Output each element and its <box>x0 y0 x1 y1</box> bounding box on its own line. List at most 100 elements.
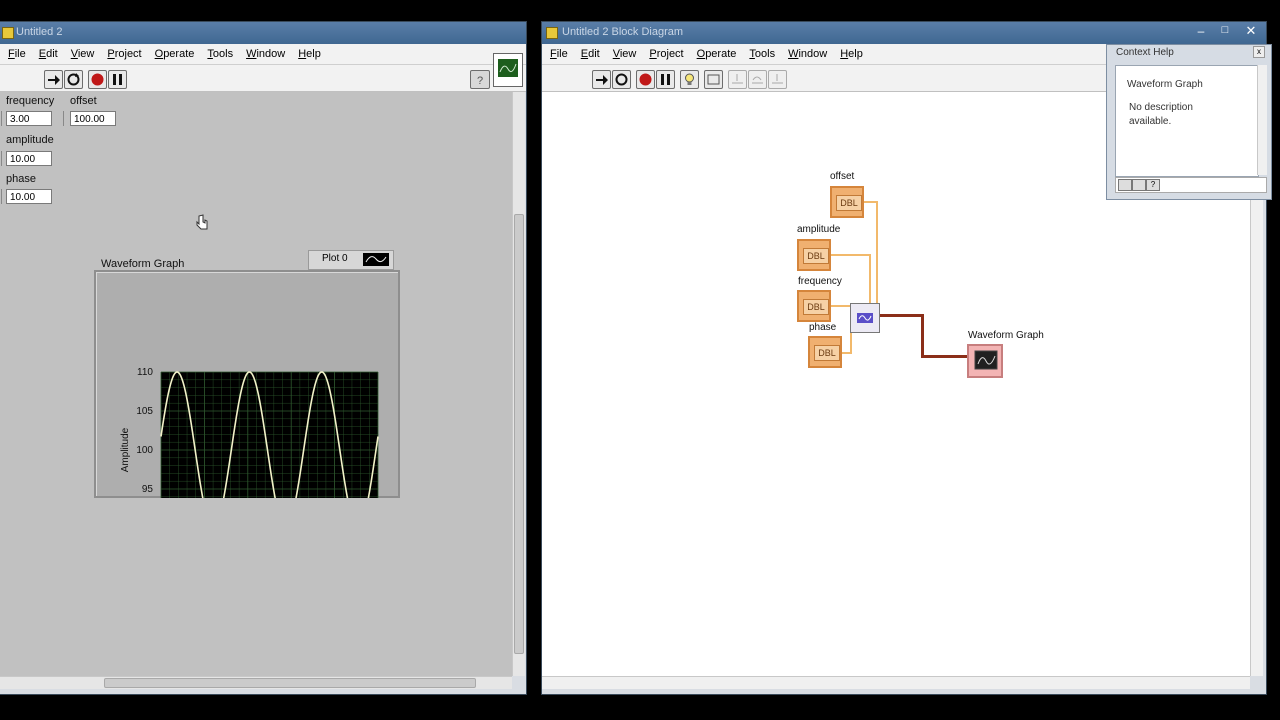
offset-terminal-label: offset <box>830 171 855 182</box>
horizontal-scrollbar[interactable] <box>0 676 512 689</box>
phase-terminal[interactable]: DBL <box>808 336 842 368</box>
run-continuously-button[interactable] <box>64 70 83 89</box>
amplitude-wire[interactable] <box>831 254 871 256</box>
bd-menu-edit[interactable]: Edit <box>581 48 600 60</box>
run-button[interactable] <box>44 70 63 89</box>
block-diagram-titlebar[interactable]: Untitled 2 Block Diagram – □ ✕ <box>542 22 1266 44</box>
retain-wire-values-button[interactable] <box>704 70 723 89</box>
amplitude-label: amplitude <box>6 134 54 146</box>
frequency-terminal[interactable]: DBL <box>797 290 831 322</box>
front-panel-titlebar[interactable]: Untitled 2 <box>0 22 526 44</box>
waveform-wire-vertical[interactable] <box>921 314 924 358</box>
fp-menu-project[interactable]: Project <box>107 48 141 60</box>
amplitude-terminal-label: amplitude <box>797 224 841 235</box>
step-into-icon <box>732 74 743 84</box>
step-over-button[interactable] <box>748 70 767 89</box>
vertical-scrollbar-thumb[interactable] <box>514 214 524 654</box>
waveform-graph-terminal[interactable] <box>967 344 1003 378</box>
bd-menu-help[interactable]: Help <box>840 48 863 60</box>
fp-menu-file[interactable]: File <box>8 48 26 60</box>
bd-menu-view[interactable]: View <box>613 48 637 60</box>
fp-menu-edit[interactable]: Edit <box>39 48 58 60</box>
pause-icon <box>113 74 122 85</box>
run-arrow-icon <box>48 75 60 85</box>
context-help-titlebar[interactable]: Context Help x <box>1107 45 1271 63</box>
bd-menu-operate[interactable]: Operate <box>697 48 737 60</box>
context-help-description: No description available. <box>1129 102 1193 127</box>
bd-run-continuously-button[interactable] <box>612 70 631 89</box>
step-into-button[interactable] <box>728 70 747 89</box>
bd-horizontal-scrollbar[interactable] <box>542 676 1250 689</box>
context-help-button[interactable]: ? <box>470 70 490 89</box>
vertical-scrollbar[interactable] <box>512 92 525 676</box>
offset-terminal[interactable]: DBL <box>830 186 864 218</box>
fp-menu-window[interactable]: Window <box>246 48 285 60</box>
waveform-wire[interactable] <box>878 314 924 317</box>
offset-increment[interactable] <box>63 111 69 126</box>
fp-menu-operate[interactable]: Operate <box>155 48 195 60</box>
waveform-graph-label: Waveform Graph <box>101 258 185 270</box>
phase-terminal-label: phase <box>809 322 837 333</box>
menu-bar: File Edit View Project Operate Tools Window Hel… <box>0 44 526 65</box>
fp-menu-view[interactable]: View <box>71 48 95 60</box>
toolbar: ? <box>0 53 526 92</box>
context-help-close-button[interactable]: x <box>1253 46 1265 58</box>
offset-label: offset <box>70 95 97 107</box>
frequency-label: frequency <box>6 95 55 107</box>
detailed-help-button[interactable]: ? <box>1146 179 1160 191</box>
pause-button[interactable] <box>108 70 127 89</box>
fp-menu-tools[interactable]: Tools <box>207 48 233 60</box>
frequency-wire[interactable] <box>831 305 851 307</box>
run-continuously-icon <box>67 73 80 86</box>
phase-terminal-type: DBL <box>814 345 840 361</box>
offset-input[interactable]: 100.00 <box>70 111 116 126</box>
window-title: Untitled 2 <box>16 26 63 38</box>
y-axis-label: Amplitude <box>120 427 131 472</box>
front-panel-canvas[interactable]: frequency 3.00 offset 100.00 amplitude 1… <box>0 92 512 676</box>
svg-text:?: ? <box>477 75 483 87</box>
amplitude-input[interactable]: 10.00 <box>6 151 52 166</box>
frequency-input[interactable]: 3.00 <box>6 111 52 126</box>
bd-menu-window[interactable]: Window <box>788 48 827 60</box>
hand-cursor-icon <box>196 214 208 230</box>
waveform-graph[interactable]: 110105100959000.20.40.60.81TimeAmplitude <box>94 270 400 498</box>
amplitude-terminal[interactable]: DBL <box>797 239 831 271</box>
fp-menu-help[interactable]: Help <box>298 48 321 60</box>
bd-abort-button[interactable] <box>636 70 655 89</box>
amplitude-terminal-type: DBL <box>803 248 829 264</box>
context-help-heading: Waveform Graph <box>1127 79 1203 90</box>
bd-run-button[interactable] <box>592 70 611 89</box>
sine-waveform-subvi[interactable] <box>850 303 880 333</box>
vi-connector-icon[interactable] <box>493 53 523 87</box>
context-help-scrollbar[interactable] <box>1257 65 1267 175</box>
y-tick-label: 110 <box>137 367 153 378</box>
retain-values-icon <box>707 74 720 85</box>
lock-help-button[interactable] <box>1118 179 1132 191</box>
run-continuously-icon <box>615 73 628 86</box>
waveform-wire-end[interactable] <box>921 355 969 358</box>
bd-menu-tools[interactable]: Tools <box>749 48 775 60</box>
plot-legend[interactable]: Plot 0 <box>308 250 394 270</box>
minimize-button[interactable]: – <box>1194 24 1208 38</box>
y-tick-label: 100 <box>136 445 153 456</box>
context-help-content: Waveform Graph No description available. <box>1115 65 1259 177</box>
step-out-button[interactable] <box>768 70 787 89</box>
context-help-title: Context Help <box>1116 47 1174 58</box>
block-diagram-icon <box>546 27 558 39</box>
bd-menu-file[interactable]: File <box>550 48 568 60</box>
show-optional-terminals-button[interactable] <box>1132 179 1146 191</box>
abort-button[interactable] <box>88 70 107 89</box>
horizontal-scrollbar-thumb[interactable] <box>104 678 476 688</box>
front-panel-window: Untitled 2 File Edit View Project Operate Too… <box>0 22 526 694</box>
block-diagram-title: Untitled 2 Block Diagram <box>562 26 684 38</box>
plot-legend-label: Plot 0 <box>322 253 348 264</box>
maximize-button[interactable]: □ <box>1218 24 1232 38</box>
phase-label: phase <box>6 173 36 185</box>
offset-wire-vertical[interactable] <box>876 201 878 313</box>
bd-pause-button[interactable] <box>656 70 675 89</box>
waveform-graph-terminal-label: Waveform Graph <box>968 330 1044 341</box>
highlight-execution-button[interactable] <box>680 70 699 89</box>
close-button[interactable]: ✕ <box>1242 23 1260 39</box>
bd-menu-project[interactable]: Project <box>649 48 683 60</box>
phase-input[interactable]: 10.00 <box>6 189 52 204</box>
